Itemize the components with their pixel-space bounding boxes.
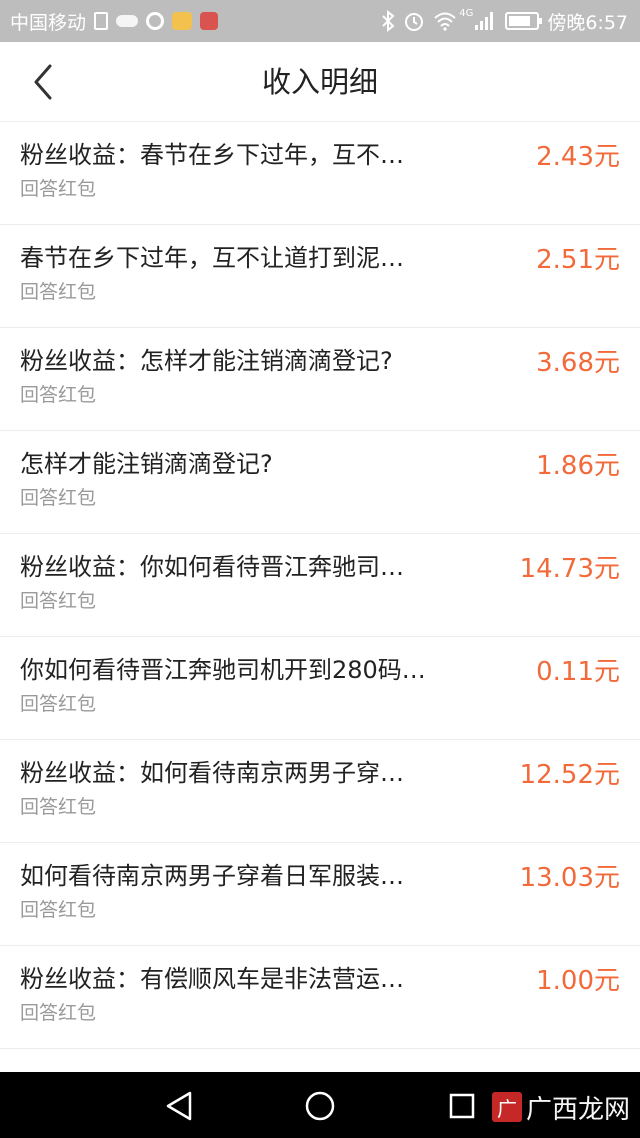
list-item[interactable]: 如何看待南京两男子穿着日军服装… 回答红包 13.03元	[0, 843, 640, 946]
item-subtitle: 回答红包	[20, 693, 97, 715]
page-title: 收入明细	[261, 65, 378, 99]
item-amount: 13.03元	[519, 863, 620, 893]
sim-icon	[94, 12, 109, 30]
item-title: 粉丝收益：有偿顺风车是非法营运…	[20, 965, 404, 993]
list-item[interactable]: 粉丝收益：你如何看待晋江奔驰司… 回答红包 14.73元	[0, 534, 640, 637]
circle-home-icon	[305, 1091, 335, 1121]
item-title: 粉丝收益：怎样才能注销滴滴登记?	[20, 347, 393, 375]
list-item[interactable]: 粉丝收益：怎样才能注销滴滴登记? 回答红包 3.68元	[0, 328, 640, 431]
nav-home-button[interactable]	[298, 1084, 342, 1128]
list-item[interactable]: 粉丝收益：如何看待南京两男子穿… 回答红包 12.52元	[0, 740, 640, 843]
list-item[interactable]: 怎样才能注销滴滴登记? 回答红包 1.86元	[0, 431, 640, 534]
item-amount: 1.00元	[536, 966, 620, 996]
item-amount: 1.86元	[536, 451, 620, 481]
item-subtitle: 回答红包	[20, 899, 97, 921]
item-title: 如何看待南京两男子穿着日军服装…	[20, 862, 404, 890]
signal-icon	[475, 12, 494, 30]
item-amount: 12.52元	[519, 760, 620, 790]
list-item[interactable]: 你如何看待晋江奔驰司机开到280码… 回答红包 0.11元	[0, 637, 640, 740]
back-button[interactable]	[18, 56, 68, 108]
header: 收入明细	[0, 42, 640, 122]
item-amount: 0.11元	[536, 657, 620, 687]
item-title: 你如何看待晋江奔驰司机开到280码…	[20, 656, 426, 684]
message-icon	[200, 12, 219, 30]
list-item[interactable]: 粉丝收益：有偿顺风车是非法营运… 回答红包 1.00元	[0, 946, 640, 1049]
alarm-icon	[405, 13, 424, 31]
carrier-label: 中国移动	[10, 11, 87, 34]
status-bar: 中国移动 4G 傍晚6:57	[0, 0, 640, 42]
network-type-label: 4G	[459, 8, 474, 19]
weather-icon	[116, 15, 139, 27]
item-subtitle: 回答红包	[20, 1002, 97, 1024]
item-title: 粉丝收益：春节在乡下过年，互不…	[20, 141, 404, 169]
item-title: 怎样才能注销滴滴登记?	[20, 450, 273, 478]
item-subtitle: 回答红包	[20, 281, 97, 303]
item-subtitle: 回答红包	[20, 487, 97, 509]
item-amount: 3.68元	[536, 348, 620, 378]
list-item[interactable]: 春节在乡下过年，互不让道打到泥… 回答红包 2.51元	[0, 225, 640, 328]
item-title: 粉丝收益：如何看待南京两男子穿…	[20, 759, 404, 787]
item-subtitle: 回答红包	[20, 590, 97, 612]
clock-label: 傍晚6:57	[547, 11, 628, 34]
nav-recents-button[interactable]	[440, 1084, 484, 1128]
watermark: 广 广西龙网	[491, 1088, 630, 1126]
wifi-icon	[434, 12, 456, 31]
chevron-left-icon	[34, 64, 52, 100]
status-left: 中国移动	[10, 0, 226, 42]
nav-back-button[interactable]	[157, 1084, 201, 1128]
battery-icon	[505, 12, 543, 30]
watermark-logo-icon: 广	[491, 1092, 522, 1122]
app-notification-icon	[172, 12, 193, 30]
square-recents-icon	[449, 1093, 475, 1119]
item-subtitle: 回答红包	[20, 796, 97, 818]
triangle-back-icon	[166, 1091, 192, 1121]
income-list: 粉丝收益：春节在乡下过年，互不… 回答红包 2.43元 春节在乡下过年，互不让道…	[0, 122, 640, 1049]
item-amount: 2.43元	[536, 142, 620, 172]
list-item[interactable]: 粉丝收益：春节在乡下过年，互不… 回答红包 2.43元	[0, 122, 640, 225]
status-right: 4G 傍晚6:57	[381, 0, 628, 42]
item-amount: 2.51元	[536, 245, 620, 275]
watermark-text: 广西龙网	[525, 1094, 630, 1125]
item-title: 春节在乡下过年，互不让道打到泥…	[20, 244, 404, 272]
item-subtitle: 回答红包	[20, 384, 97, 406]
item-title: 粉丝收益：你如何看待晋江奔驰司…	[20, 553, 404, 581]
bluetooth-icon	[382, 10, 395, 32]
item-subtitle: 回答红包	[20, 178, 97, 200]
qq-icon	[146, 12, 165, 30]
item-amount: 14.73元	[519, 554, 620, 584]
